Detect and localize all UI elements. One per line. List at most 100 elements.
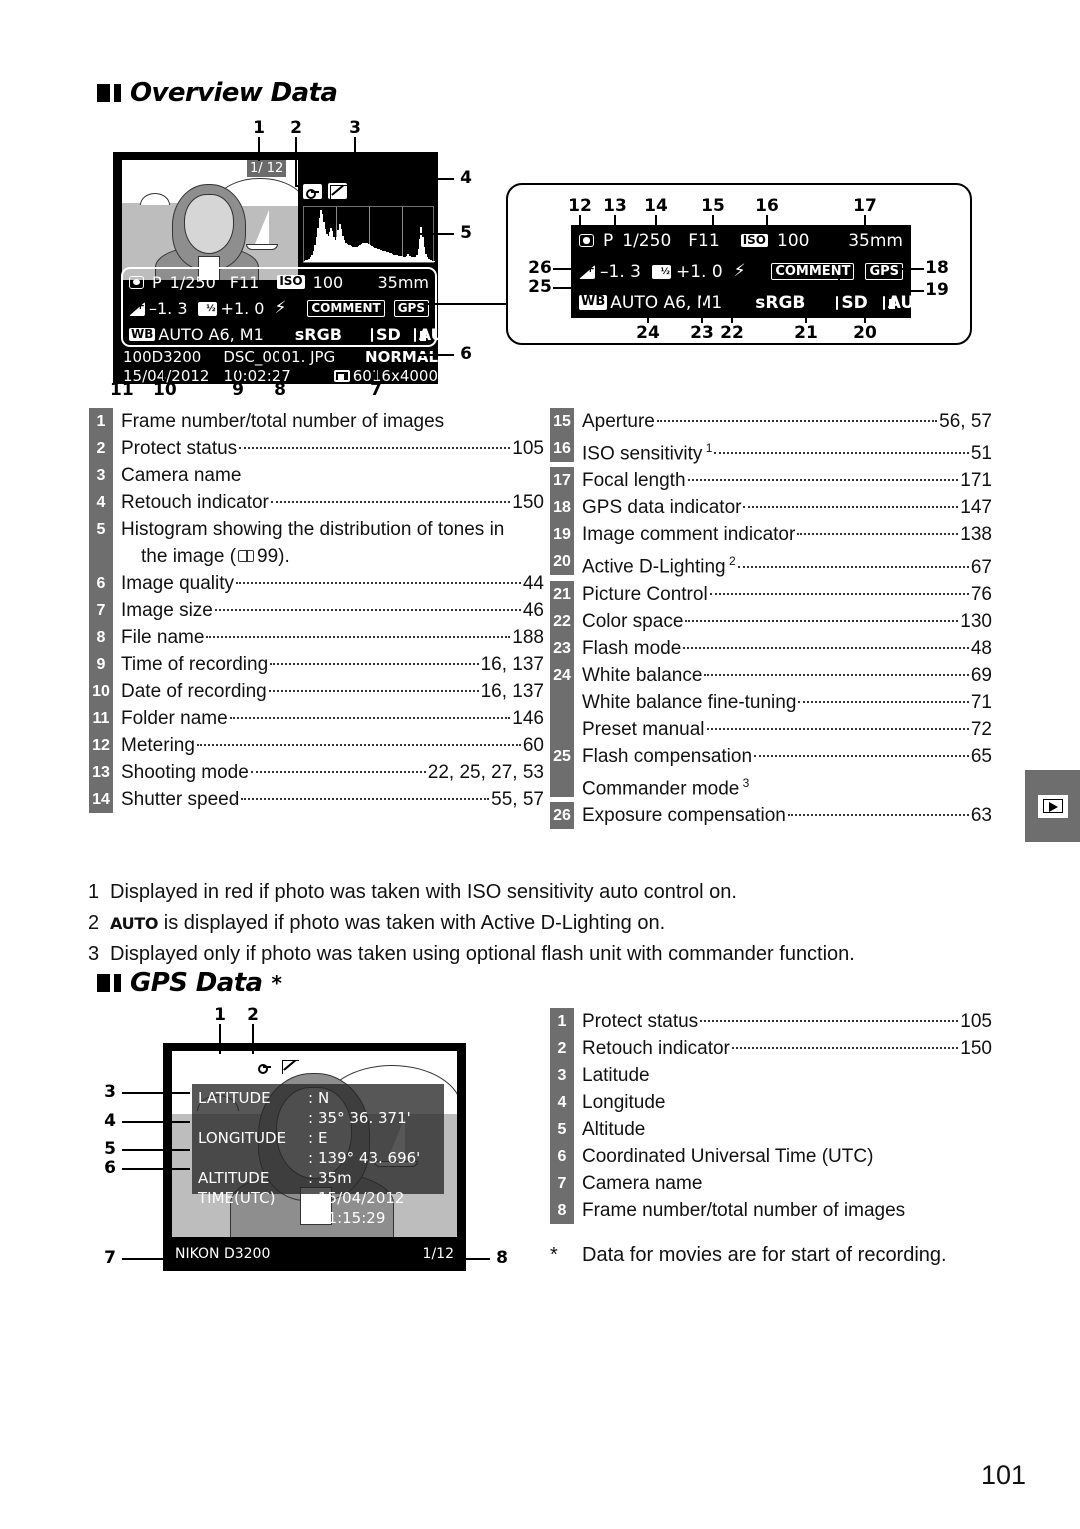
- heading-square-icon-2: [114, 84, 121, 102]
- legend-dot-leader: [268, 690, 479, 692]
- legend-item-label: Exposure compensation: [582, 804, 786, 826]
- legend-item-label: Aperture: [582, 411, 655, 432]
- legend-dot-leader: [737, 565, 969, 568]
- legend-item-text: Shooting mode 22, 25, 27, 53: [113, 759, 544, 786]
- leader-5: [408, 233, 454, 235]
- comment-indicator: COMMENT: [771, 262, 855, 281]
- focal-length-value: 35mm: [377, 272, 429, 292]
- legend-item-page: 69: [970, 664, 992, 686]
- legend-dot-leader: [229, 717, 511, 719]
- legend-item-text: Shutter speed 55, 57: [113, 786, 544, 813]
- callout-number-16: 16: [755, 196, 779, 216]
- legend-item-number: 7: [89, 597, 113, 624]
- legend-dot-leader: [743, 506, 959, 509]
- image-size-icon: [333, 370, 350, 382]
- legend-item-text: Retouch indicator 150: [113, 489, 544, 516]
- legend-item-number: 24: [550, 661, 574, 689]
- legend-item-label: Flash mode: [582, 637, 682, 659]
- legend-item-text: Flash compensation 65: [574, 743, 992, 770]
- legend-dot-leader: [787, 813, 969, 816]
- legend-item-page: 150: [960, 1038, 992, 1059]
- gps-data-value: 01:15:29: [318, 1209, 386, 1227]
- legend-dot-leader: [687, 479, 959, 482]
- legend-item-label: Flash compensation: [582, 745, 753, 767]
- matrix-metering-icon: [129, 275, 144, 289]
- legend-item-label: Frame number/total number of images: [121, 411, 445, 432]
- white-balance-label: WB: [129, 326, 156, 342]
- legend-row: 8 Frame number/total number of images: [550, 1197, 992, 1224]
- side-tab-playback[interactable]: [1025, 770, 1080, 842]
- legend-row: 18 GPS data indicator 147: [550, 494, 992, 522]
- legend-item-text: Aperture 56, 57: [574, 408, 992, 435]
- callout-number-2: 2: [290, 118, 302, 138]
- exposure-compensation-icon: [129, 299, 145, 316]
- overview-data-heading: Overview Data: [97, 78, 338, 108]
- leader-14: [655, 215, 657, 229]
- legend-item-page: 55, 57: [491, 789, 544, 810]
- gps-leader-7: [122, 1258, 174, 1260]
- legend-item-text: Metering 60: [113, 732, 544, 759]
- legend-row: 23 Flash mode 48: [550, 634, 992, 662]
- gps-leader-8: [440, 1258, 490, 1260]
- legend-item-number: 7: [550, 1170, 574, 1197]
- gps-data-key: LATITUDE: [198, 1089, 271, 1107]
- legend-item-text: Preset manual 72: [574, 716, 992, 743]
- legend-row: 16 ISO sensitivity 1 51: [550, 435, 992, 467]
- gps-callout-number-7: 7: [104, 1248, 116, 1268]
- flash-compensation-value: +1. 0: [220, 299, 265, 318]
- legend-dot-leader: [731, 1047, 959, 1049]
- legend-item-page: 188: [512, 627, 544, 648]
- frame-number-badge: 1/ 12: [247, 160, 287, 177]
- legend-item-label-continuation: the image ( 99).: [141, 546, 290, 567]
- legend-row: 1 Frame number/total number of images: [89, 408, 544, 435]
- leader-10: [163, 365, 165, 380]
- gps-data-key: ALTITUDE: [198, 1169, 270, 1187]
- legend-item-text: Image quality 44: [113, 570, 544, 597]
- legend-item-number: 10: [89, 678, 113, 705]
- image-quality-value: NORMAL: [365, 348, 438, 366]
- legend-item-text: Latitude: [574, 1062, 992, 1089]
- legend-row: Preset manual 72: [550, 715, 992, 743]
- gps-data-value: 15/04/2012: [318, 1189, 405, 1207]
- legend-item-text: Image comment indicator 138: [574, 521, 992, 548]
- exposure-compensation-icon: [579, 262, 595, 279]
- gps-leader-1: [219, 1024, 221, 1054]
- legend-row: 4 Retouch indicator 150: [89, 489, 544, 516]
- legend-item-label: White balance fine-tuning: [582, 691, 797, 713]
- leader-2: [295, 137, 297, 186]
- legend-item-label: Protect status: [582, 1011, 699, 1032]
- legend-item-page: 71: [970, 691, 992, 713]
- gps-data-value: E: [318, 1129, 328, 1147]
- gps-data-key: [198, 1208, 308, 1228]
- legend-item-label: Camera name: [121, 465, 242, 486]
- legend-dot-leader: [714, 452, 969, 455]
- legend-item-page: 138: [960, 524, 992, 546]
- callout-iso-value: 100: [777, 230, 810, 251]
- retouch-icon: [280, 1058, 299, 1074]
- legend-item-page: 48: [970, 637, 992, 659]
- book-reference-icon: [238, 550, 255, 562]
- legend-dot-leader: [709, 592, 969, 595]
- callout-number-3: 3: [349, 118, 361, 138]
- leader-3: [354, 137, 356, 159]
- iso-value: 100: [312, 272, 344, 292]
- gps-data-asterisk: *: [271, 971, 282, 995]
- picture-control-value: SD: [375, 325, 401, 344]
- overview-legend-left: 1 Frame number/total number of images 2 Pro…: [89, 408, 544, 813]
- gps-data-value: 35° 36. 371': [318, 1109, 411, 1127]
- legend-row: 2 Retouch indicator 150: [550, 1035, 992, 1062]
- legend-item-label: Color space: [582, 610, 684, 632]
- legend-item-page: 56, 57: [939, 411, 992, 432]
- legend-item-text: Protect status 105: [574, 1008, 992, 1035]
- legend-item-text: GPS data indicator 147: [574, 494, 992, 521]
- legend-item-text: File name 188: [113, 624, 544, 651]
- legend-item-page: 22, 25, 27, 53: [427, 762, 544, 783]
- gps-data-key: TIME(UTC): [198, 1189, 276, 1207]
- legend-item-page: 105: [512, 438, 544, 459]
- callout-aperture: F11: [688, 230, 720, 251]
- legend-item-text: Altitude: [574, 1116, 992, 1143]
- callout-number-24: 24: [636, 323, 660, 343]
- footnote-text: Displayed in red if photo was taken with…: [110, 881, 737, 903]
- key-icon: [303, 184, 322, 199]
- gps-legend: 1 Protect status 105 2 Retouch indicator 150 3…: [550, 1008, 992, 1224]
